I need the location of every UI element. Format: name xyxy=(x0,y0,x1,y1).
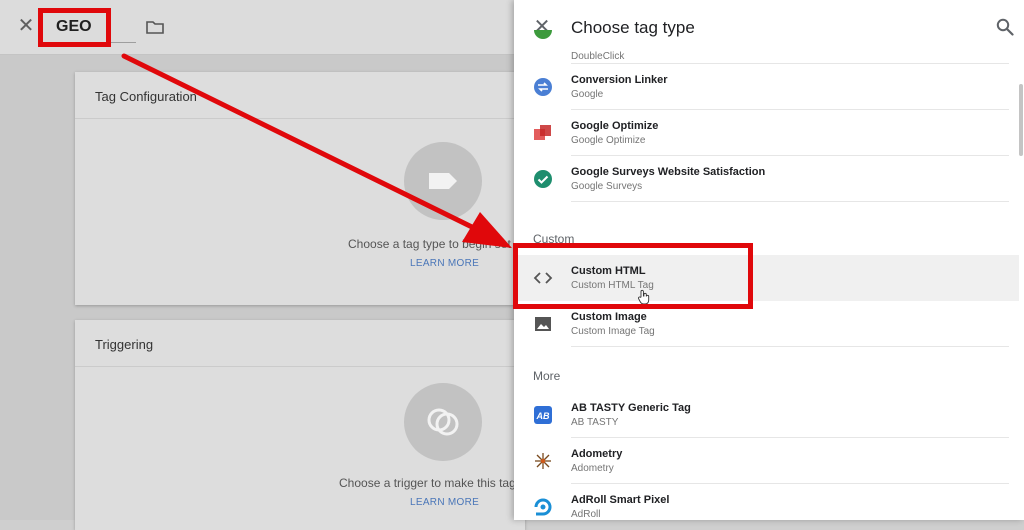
annotation-arrow xyxy=(121,53,512,248)
